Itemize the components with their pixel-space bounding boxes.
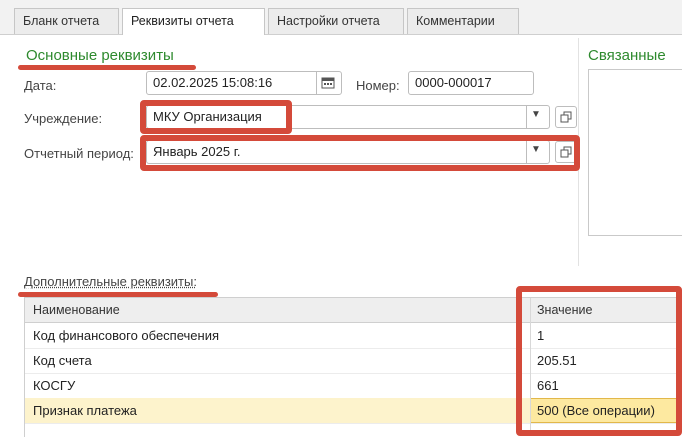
annotation-underline-additional xyxy=(18,292,218,297)
row-name: Признак платежа xyxy=(33,403,137,418)
institution-label: Учреждение: xyxy=(24,111,103,126)
number-label: Номер: xyxy=(356,78,400,93)
date-label: Дата: xyxy=(24,78,57,93)
date-separator xyxy=(316,72,317,94)
row-name: Код счета xyxy=(33,353,92,368)
tab-report-details[interactable]: Реквизиты отчета xyxy=(122,8,265,35)
date-field[interactable]: 02.02.2025 15:08:16 xyxy=(146,71,342,95)
tab-report-settings[interactable]: Настройки отчета xyxy=(268,8,404,34)
additional-details-title: Дополнительные реквизиты: xyxy=(24,274,197,289)
open-window-icon xyxy=(560,111,572,123)
calendar-icon[interactable] xyxy=(321,76,335,92)
institution-separator xyxy=(526,106,527,128)
period-label: Отчетный период: xyxy=(24,146,134,161)
tab-report-form[interactable]: Бланк отчета xyxy=(14,8,119,34)
row-name: Код финансового обеспечения xyxy=(33,328,220,343)
date-value: 02.02.2025 15:08:16 xyxy=(153,75,273,90)
annotation-box-values xyxy=(516,286,682,436)
number-field[interactable]: 0000-000017 xyxy=(408,71,534,95)
tab-bar: Бланк отчета Реквизиты отчета Настройки … xyxy=(0,0,682,35)
open-institution-button[interactable] xyxy=(555,106,577,128)
main-details-title: Основные реквизиты xyxy=(26,47,174,64)
annotation-box-period xyxy=(140,135,580,171)
linked-documents-list[interactable] xyxy=(588,69,682,236)
tab-comments[interactable]: Комментарии xyxy=(407,8,519,34)
annotation-underline-main xyxy=(18,65,196,70)
row-name: КОСГУ xyxy=(33,378,76,393)
number-value: 0000-000017 xyxy=(415,75,492,90)
annotation-box-institution xyxy=(140,100,292,134)
chevron-down-icon[interactable]: ▼ xyxy=(531,109,541,120)
linked-title: Связанные xyxy=(588,47,666,64)
column-name-header[interactable]: Наименование xyxy=(33,303,120,317)
